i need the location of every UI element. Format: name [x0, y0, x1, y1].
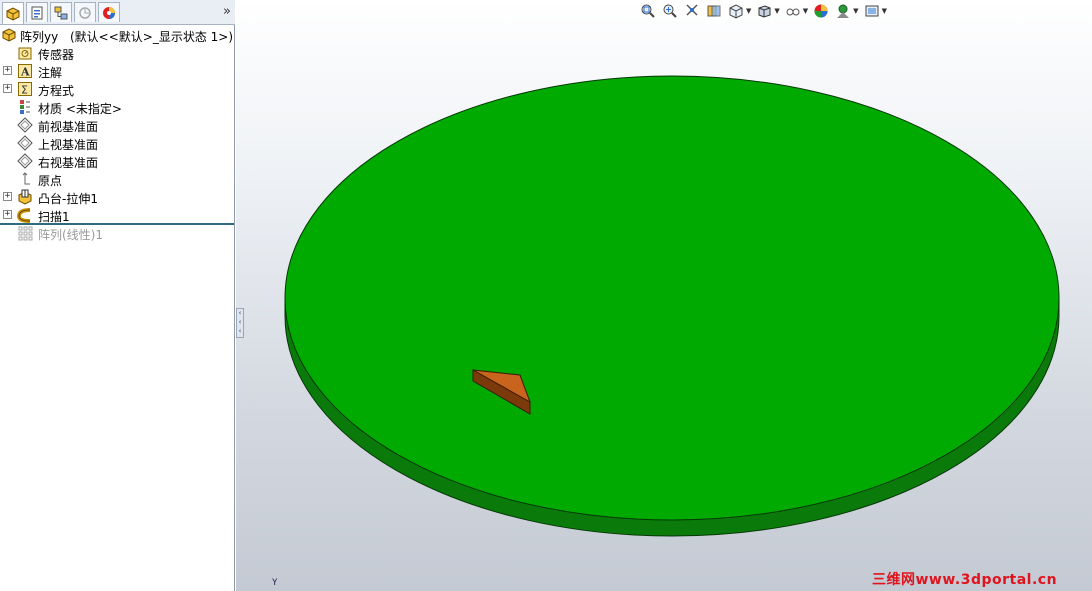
display-style-icon[interactable]	[756, 2, 772, 20]
edit-appearance-icon[interactable]	[813, 2, 829, 20]
tree-item-label: 材质 <未指定>	[38, 102, 122, 116]
panel-expand-button[interactable]: »	[223, 4, 231, 19]
tree-item-label: 阵列(线性)1	[38, 228, 103, 242]
panel-collapse-handle[interactable]: ‹ ‹ ‹	[236, 308, 244, 338]
linear-pattern-icon	[17, 225, 33, 241]
chevron-down-icon[interactable]: ▼	[853, 7, 858, 15]
plane-icon	[17, 153, 33, 169]
part-icon	[1, 27, 17, 43]
tree-item-label: 前视基准面	[38, 120, 99, 134]
hide-show-items-icon[interactable]	[785, 2, 801, 20]
tree-item-label: 注解	[38, 66, 63, 80]
sweep-icon	[17, 207, 33, 223]
svg-text:A: A	[20, 66, 30, 79]
tree-item-sensors[interactable]: 传感器	[0, 44, 235, 62]
panel-tabs: »	[0, 0, 235, 25]
tree-item-linear-pattern1[interactable]: 阵列(线性)1	[0, 224, 235, 242]
chevron-down-icon[interactable]: ▼	[882, 7, 887, 15]
plane-icon	[17, 135, 33, 151]
svg-text:Σ: Σ	[21, 84, 28, 97]
expand-toggle[interactable]: +	[3, 66, 12, 75]
apply-scene-icon[interactable]	[835, 2, 851, 20]
tree-item-label: 右视基准面	[38, 156, 99, 170]
view-settings-icon[interactable]	[864, 2, 880, 20]
display-manager-icon	[103, 6, 115, 19]
zoom-to-fit-icon[interactable]	[640, 2, 656, 20]
watermark: 三维网www.3dportal.cn	[872, 572, 1058, 588]
property-manager-icon	[31, 6, 43, 19]
section-view-icon[interactable]	[706, 2, 722, 20]
tab-display-manager[interactable]	[98, 2, 120, 22]
tab-feature-manager[interactable]	[2, 2, 24, 24]
sensor-icon	[17, 45, 33, 61]
feature-manager-panel: » 阵列yy (默认<<默认>_显示状态 1>) 传感器 + A 注解 + Σ …	[0, 0, 235, 591]
tab-configuration-manager[interactable]	[50, 2, 72, 22]
tab-dimxpert-manager[interactable]	[74, 2, 96, 22]
tree-item-annotations[interactable]: + A 注解	[0, 62, 235, 80]
chevron-down-icon[interactable]: ▼	[746, 7, 751, 15]
previous-view-icon[interactable]	[684, 2, 700, 20]
expand-toggle[interactable]: +	[3, 192, 12, 201]
tree-item-equations[interactable]: + Σ 方程式	[0, 80, 235, 98]
graphics-area[interactable]: ▼ ▼ ▼ ▼ ▼ Y 三维网www.3dportal.cn	[236, 0, 1092, 591]
origin-icon	[17, 171, 33, 187]
tab-property-manager[interactable]	[26, 2, 48, 22]
feature-manager-icon	[6, 6, 20, 21]
equations-icon: Σ	[17, 81, 33, 97]
tree-item-boss-extrude1[interactable]: + 凸台-拉伸1	[0, 188, 235, 206]
tree-item-sweep1[interactable]: + 扫描1	[0, 206, 235, 224]
boss-extrude-icon	[17, 189, 33, 205]
model-view	[284, 75, 1060, 537]
chevron-down-icon[interactable]: ▼	[803, 7, 808, 15]
tree-item-origin[interactable]: 原点	[0, 170, 235, 188]
tree-root-label: 阵列yy	[20, 30, 59, 44]
tree-item-front-plane[interactable]: 前视基准面	[0, 116, 235, 134]
dimxpert-icon	[79, 6, 91, 19]
expand-toggle[interactable]: +	[3, 84, 12, 93]
tree-item-label: 上视基准面	[38, 138, 99, 152]
chevron-down-icon[interactable]: ▼	[774, 7, 779, 15]
plane-icon	[17, 117, 33, 133]
tree-item-label: 原点	[38, 174, 63, 188]
tree-root[interactable]: 阵列yy (默认<<默认>_显示状态 1>)	[0, 26, 235, 44]
tree-item-label: 凸台-拉伸1	[38, 192, 98, 206]
triad-y-label: Y	[272, 578, 278, 588]
tree-item-top-plane[interactable]: 上视基准面	[0, 134, 235, 152]
expand-toggle[interactable]: +	[3, 210, 12, 219]
tree-root-config: (默认<<默认>_显示状态 1>)	[70, 30, 234, 44]
tree-item-material[interactable]: 材质 <未指定>	[0, 98, 235, 116]
annotations-icon: A	[17, 63, 33, 79]
tree-item-label: 传感器	[38, 48, 75, 62]
tree-item-right-plane[interactable]: 右视基准面	[0, 152, 235, 170]
heads-up-view-toolbar: ▼ ▼ ▼ ▼ ▼	[640, 1, 892, 21]
zoom-to-area-icon[interactable]	[662, 2, 678, 20]
disc-top	[284, 75, 1060, 521]
tree-item-label: 方程式	[38, 84, 75, 98]
view-orientation-icon[interactable]	[728, 2, 744, 20]
material-icon	[17, 99, 33, 115]
configuration-manager-icon	[54, 6, 68, 19]
